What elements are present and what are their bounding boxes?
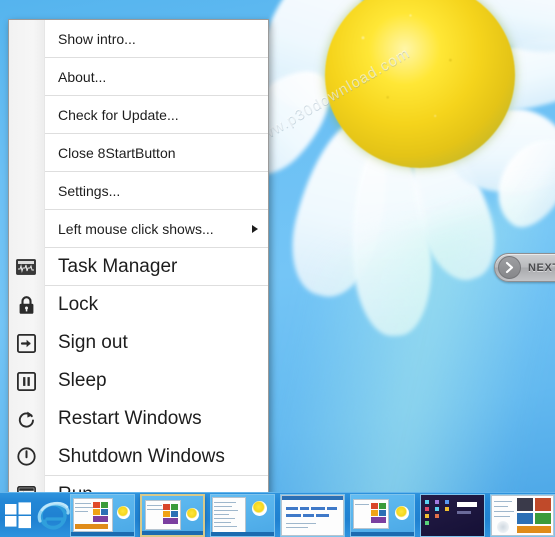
task-manager-icon [15, 256, 37, 278]
menu-item-shutdown-windows[interactable]: Shutdown Windows [16, 438, 268, 476]
screen: Copyright © 2012 - www.p30download.com N… [0, 0, 555, 537]
menu-item-label: Task Manager [58, 255, 178, 277]
chevron-right-icon [498, 256, 521, 279]
menu-item-list: Show intro... About... Check for Update...… [16, 20, 268, 514]
menu-item-label: Settings... [58, 182, 121, 199]
menu-item-label: Show intro... [58, 30, 136, 47]
taskbar-thumbnail-explorer-window-preview[interactable] [490, 493, 555, 537]
menu-item-sign-out[interactable]: Sign out [16, 324, 268, 362]
menu-item-show-intro[interactable]: Show intro... [45, 20, 268, 58]
menu-item-left-mouse-click-shows[interactable]: Left mouse click shows... [45, 210, 268, 248]
taskbar-thumbnails [70, 493, 555, 537]
menu-item-label: Restart Windows [58, 408, 202, 429]
menu-item-check-for-update[interactable]: Check for Update... [45, 96, 268, 134]
taskbar [0, 492, 555, 537]
taskbar-thumbnail-dark-desktop-preview[interactable] [420, 493, 485, 537]
menu-item-label: Sleep [58, 370, 107, 391]
next-button-label: NEXT [528, 261, 555, 274]
menu-item-label: Sign out [58, 332, 128, 353]
taskbar-thumbnail-start-screen-preview-2[interactable] [140, 493, 205, 537]
next-button[interactable]: NEXT [494, 253, 555, 282]
menu-item-about[interactable]: About... [45, 58, 268, 96]
taskbar-thumbnail-start-screen-preview-1[interactable] [70, 493, 135, 537]
menu-item-label: Left mouse click shows... [58, 220, 214, 237]
menu-item-settings[interactable]: Settings... [45, 172, 268, 210]
start-button[interactable] [0, 493, 36, 537]
menu-item-sleep[interactable]: Sleep [16, 362, 268, 400]
taskbar-thumbnail-settings-window-preview[interactable] [210, 493, 275, 537]
menu-item-label: Lock [58, 294, 99, 315]
menu-item-restart-windows[interactable]: Restart Windows [18, 400, 268, 438]
windows-logo-icon [5, 502, 31, 529]
menu-item-label: About... [58, 68, 107, 85]
taskbar-thumbnail-text-document-preview[interactable] [280, 493, 345, 537]
sleep-icon [15, 370, 37, 392]
context-menu: Show intro... About... Check for Update...… [8, 19, 269, 515]
menu-item-close-8startbutton[interactable]: Close 8StartButton [45, 134, 268, 172]
internet-explorer-icon [37, 501, 70, 530]
sign-out-icon [15, 332, 37, 354]
menu-item-label: Shutdown Windows [58, 445, 225, 467]
taskbar-thumbnail-start-screen-preview-3[interactable] [350, 493, 415, 537]
taskbar-item-internet-explorer[interactable] [36, 493, 70, 537]
menu-item-task-manager[interactable]: Task Manager [16, 248, 268, 286]
submenu-arrow-icon [252, 224, 258, 233]
menu-item-label: Check for Update... [58, 106, 179, 123]
power-icon [15, 446, 37, 468]
lock-icon [15, 294, 37, 316]
restart-icon [15, 408, 37, 430]
menu-item-lock[interactable]: Lock [19, 286, 268, 324]
menu-item-label: Close 8StartButton [58, 144, 176, 161]
